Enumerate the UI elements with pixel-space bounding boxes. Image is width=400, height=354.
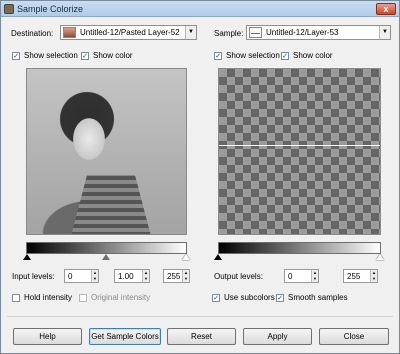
- window-close-button[interactable]: x: [376, 3, 396, 15]
- input-low-value: 0: [68, 272, 73, 281]
- destination-combo[interactable]: Untitled-12/Pasted Layer-52 ▼: [60, 25, 197, 40]
- gimp-app-icon: [4, 4, 14, 14]
- destination-value: Untitled-12/Pasted Layer-52: [80, 28, 180, 37]
- show-selection-right-label: Show selection: [226, 51, 280, 60]
- show-selection-left-checkbox[interactable]: ✓: [12, 52, 20, 60]
- input-low-handle[interactable]: [23, 254, 31, 260]
- button-divider: [7, 316, 393, 317]
- title-bar: Sample Colorize x: [1, 1, 399, 17]
- output-levels-label: Output levels:: [214, 272, 263, 281]
- layer-thumbnail-icon: [63, 27, 76, 38]
- striped-top: [71, 175, 151, 234]
- output-low-spin[interactable]: 0 ▲ ▼: [284, 269, 319, 283]
- input-levels-label: Input levels:: [12, 272, 55, 281]
- output-high-handle[interactable]: [376, 254, 384, 260]
- output-high-spin[interactable]: 255 ▲ ▼: [343, 269, 378, 283]
- use-subcolors-checkbox[interactable]: ✓: [212, 294, 220, 302]
- smooth-samples-label: Smooth samples: [288, 293, 348, 302]
- chevron-down-icon[interactable]: ▼: [379, 26, 390, 39]
- original-intensity-label: Original intensity: [91, 293, 151, 302]
- hold-intensity-label: Hold intensity: [24, 293, 73, 302]
- layer-thumbnail-icon: [249, 27, 262, 38]
- input-gamma-value: 1.00: [118, 272, 134, 281]
- input-high-spin[interactable]: 255 ▲ ▼: [163, 269, 190, 283]
- input-high-handle[interactable]: [182, 254, 190, 260]
- show-color-right-label: Show color: [293, 51, 333, 60]
- show-color-right-checkbox[interactable]: ✓: [281, 52, 289, 60]
- sample-colorize-dialog: Sample Colorize x Destination: Untitled-…: [0, 0, 400, 354]
- reset-button[interactable]: Reset: [167, 328, 236, 345]
- sample-label: Sample:: [214, 29, 244, 38]
- spin-down-icon[interactable]: ▼: [311, 276, 318, 282]
- use-subcolors-label: Use subcolors: [224, 293, 275, 302]
- get-sample-colors-button[interactable]: Get Sample Colors: [89, 328, 161, 345]
- output-levels-gradient: [218, 242, 381, 254]
- input-low-spin[interactable]: 0 ▲ ▼: [64, 269, 99, 283]
- input-gamma-spin[interactable]: 1.00 ▲ ▼: [114, 269, 150, 283]
- sample-value: Untitled-12/Layer-53: [266, 28, 339, 37]
- show-color-left-label: Show color: [93, 51, 133, 60]
- spin-down-icon[interactable]: ▼: [182, 276, 189, 282]
- sample-combo[interactable]: Untitled-12/Layer-53 ▼: [246, 25, 391, 40]
- input-levels-gradient: [26, 242, 187, 254]
- destination-label: Destination:: [11, 29, 54, 38]
- smooth-samples-checkbox[interactable]: ✓: [276, 294, 284, 302]
- apply-button[interactable]: Apply: [243, 328, 312, 345]
- show-color-left-checkbox[interactable]: ✓: [81, 52, 89, 60]
- spin-down-icon[interactable]: ▼: [370, 276, 377, 282]
- chevron-down-icon[interactable]: ▼: [185, 26, 196, 39]
- spin-down-icon[interactable]: ▼: [142, 276, 149, 282]
- output-high-value: 255: [347, 272, 361, 281]
- original-intensity-checkbox[interactable]: [79, 294, 87, 302]
- show-selection-right-checkbox[interactable]: ✓: [214, 52, 222, 60]
- close-button[interactable]: Close: [319, 328, 389, 345]
- output-low-handle[interactable]: [214, 254, 222, 260]
- input-high-value: 255: [167, 272, 181, 281]
- hold-intensity-checkbox[interactable]: [12, 294, 20, 302]
- window-title: Sample Colorize: [17, 4, 84, 14]
- help-button[interactable]: Help: [13, 328, 82, 345]
- destination-preview-image[interactable]: [26, 68, 187, 235]
- show-selection-left-label: Show selection: [24, 51, 78, 60]
- input-gamma-handle[interactable]: [102, 254, 110, 260]
- spin-down-icon[interactable]: ▼: [91, 276, 98, 282]
- sample-preview-area[interactable]: [218, 68, 381, 235]
- sample-line: [219, 145, 380, 146]
- output-low-value: 0: [288, 272, 293, 281]
